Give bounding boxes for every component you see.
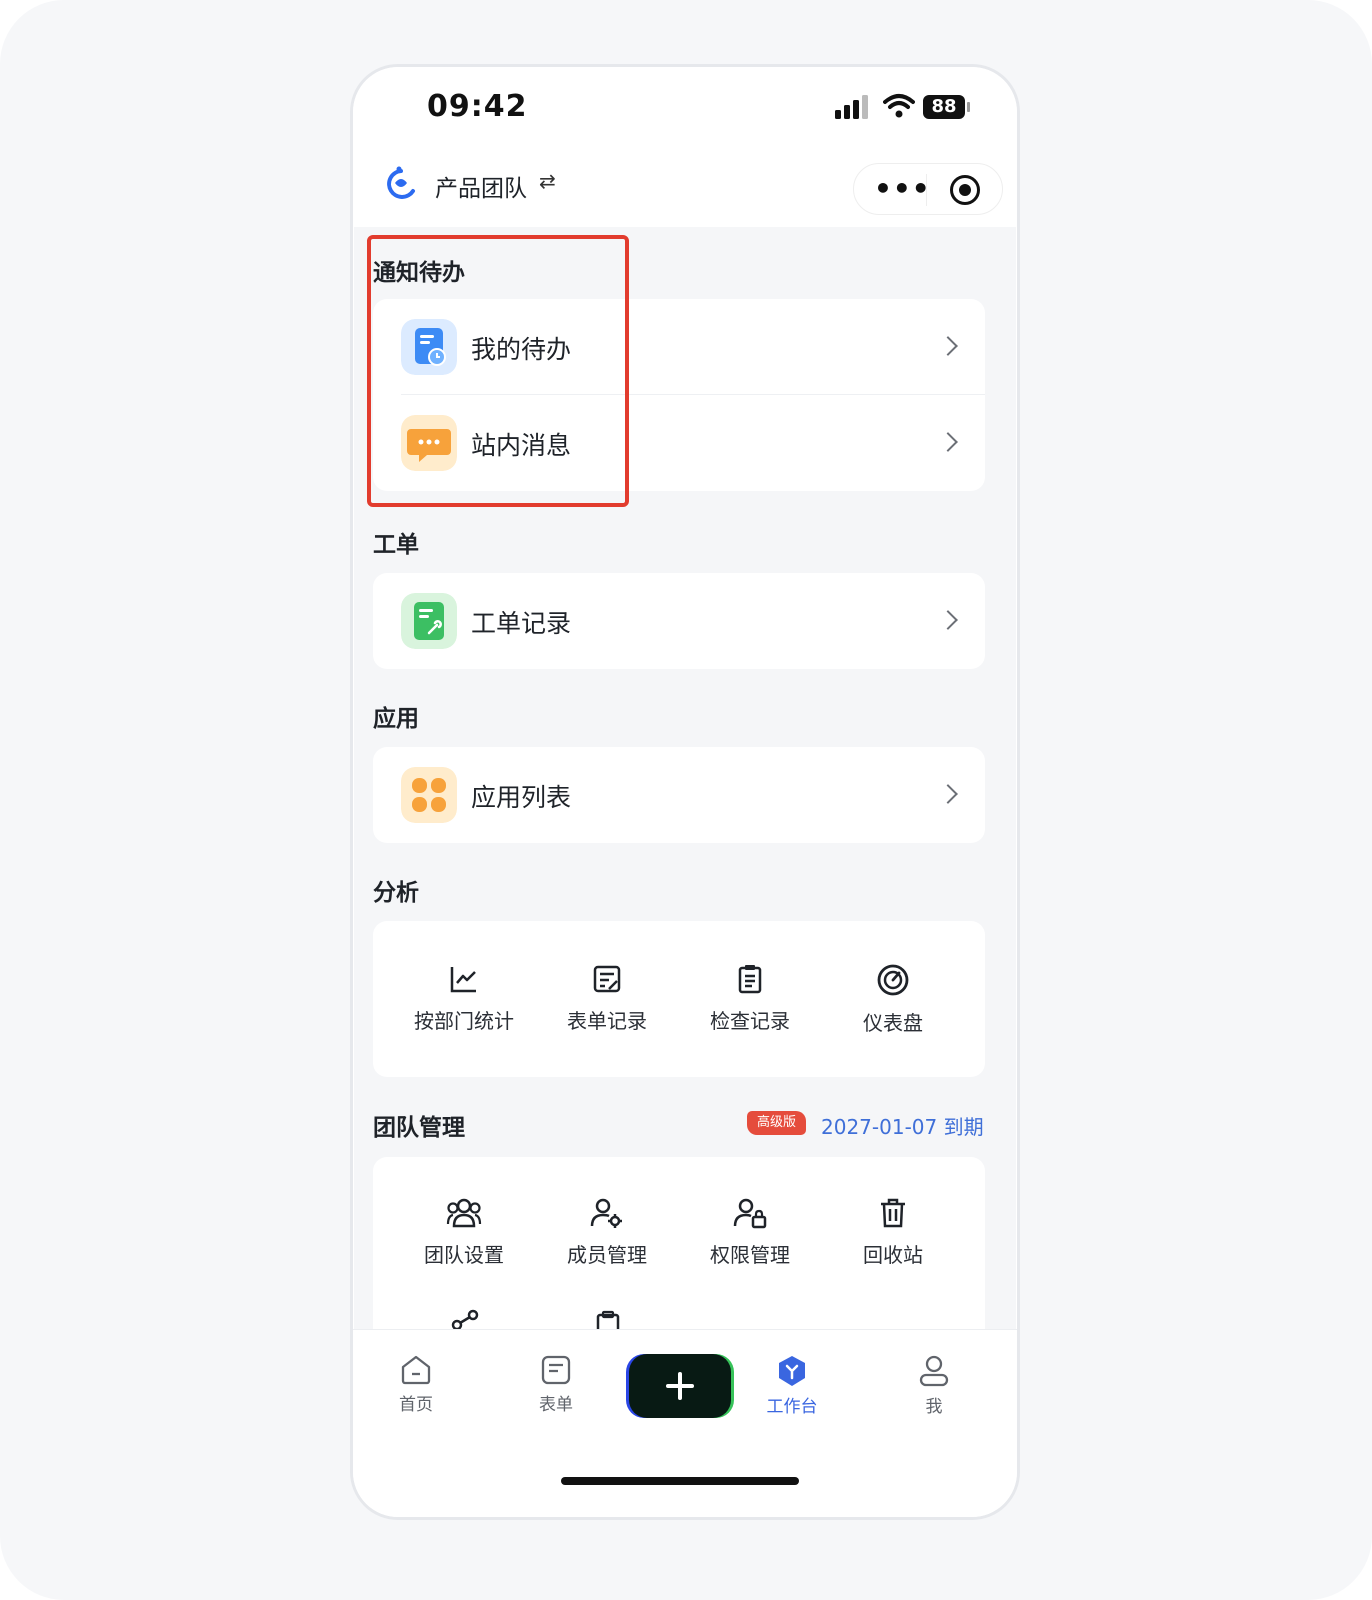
team-group-icon bbox=[446, 1198, 482, 1228]
battery-icon: 88 bbox=[923, 95, 965, 119]
status-bar: 09:42 88 bbox=[353, 67, 1017, 147]
list-item-app-list[interactable]: 应用列表 bbox=[373, 747, 985, 843]
apps-card: 应用列表 bbox=[373, 747, 985, 843]
chevron-right-icon bbox=[938, 784, 958, 804]
chevron-right-icon bbox=[938, 610, 958, 630]
tab-forms[interactable]: 表单 bbox=[511, 1354, 601, 1415]
grid-item-dashboard[interactable]: 仪表盘 bbox=[818, 963, 968, 1036]
signal-icon bbox=[835, 95, 873, 119]
tab-me[interactable]: 我 bbox=[889, 1354, 979, 1417]
grid-item-label: 团队设置 bbox=[424, 1243, 504, 1267]
list-item-label: 应用列表 bbox=[471, 783, 572, 812]
create-plus-button[interactable] bbox=[629, 1354, 731, 1418]
wifi-icon bbox=[883, 94, 915, 118]
highlight-box bbox=[367, 235, 629, 507]
user-profile-icon bbox=[919, 1355, 949, 1387]
form-icon bbox=[541, 1355, 571, 1385]
tab-label: 工作台 bbox=[766, 1397, 818, 1417]
team-logo-icon[interactable] bbox=[381, 165, 421, 203]
grid-item-dept-stats[interactable]: 按部门统计 bbox=[389, 963, 539, 1034]
member-settings-icon bbox=[590, 1198, 622, 1228]
grid-item-inspection-records[interactable]: 检查记录 bbox=[675, 963, 825, 1034]
list-item-label: 工单记录 bbox=[471, 609, 572, 638]
section-title-team: 团队管理 bbox=[373, 1115, 465, 1141]
status-time: 09:42 bbox=[427, 89, 528, 124]
list-item-ticket-records[interactable]: 工单记录 bbox=[373, 573, 985, 669]
grid-item-permission-management[interactable]: 权限管理 bbox=[675, 1197, 825, 1268]
grid-item-form-records[interactable]: 表单记录 bbox=[532, 963, 682, 1034]
tab-home[interactable]: 首页 bbox=[371, 1354, 461, 1415]
user-permission-icon bbox=[733, 1198, 767, 1229]
grid-item-label: 检查记录 bbox=[710, 1009, 790, 1033]
chevron-right-icon bbox=[938, 432, 958, 452]
home-indicator bbox=[561, 1477, 799, 1485]
section-title-ticket: 工单 bbox=[373, 532, 419, 558]
section-title-analysis: 分析 bbox=[373, 880, 419, 906]
tab-label: 首页 bbox=[399, 1395, 433, 1415]
workbench-icon bbox=[779, 1356, 805, 1386]
grid-item-label: 权限管理 bbox=[710, 1243, 790, 1267]
phone-frame: 09:42 88 产品团队 ⇄ ••• 通知待办 我的待办 站内消息 工单 工单… bbox=[350, 64, 1020, 1520]
trash-icon bbox=[881, 1198, 905, 1228]
battery-tip bbox=[967, 102, 970, 112]
nav-bar: 产品团队 ⇄ ••• bbox=[353, 147, 1017, 227]
plan-badge: 高级版 bbox=[747, 1111, 807, 1135]
tab-workbench[interactable]: 工作台 bbox=[747, 1354, 837, 1417]
ticket-card: 工单记录 bbox=[373, 573, 985, 669]
grid-item-team-settings[interactable]: 团队设置 bbox=[389, 1197, 539, 1268]
form-record-icon bbox=[593, 965, 621, 993]
more-icon[interactable]: ••• bbox=[874, 172, 931, 205]
section-title-apps: 应用 bbox=[373, 706, 419, 732]
grid-item-label: 成员管理 bbox=[567, 1243, 647, 1267]
grid-item-label: 回收站 bbox=[863, 1243, 923, 1267]
close-target-icon[interactable] bbox=[950, 175, 980, 205]
app-grid-icon bbox=[401, 767, 457, 823]
home-icon bbox=[401, 1355, 431, 1385]
team-name[interactable]: 产品团队 bbox=[435, 169, 527, 203]
grid-item-label: 仪表盘 bbox=[863, 1011, 923, 1035]
grid-item-label: 表单记录 bbox=[567, 1009, 647, 1033]
grid-item-recycle-bin[interactable]: 回收站 bbox=[818, 1197, 968, 1268]
line-chart-icon bbox=[450, 967, 476, 993]
chevron-right-icon bbox=[938, 336, 958, 356]
grid-item-member-management[interactable]: 成员管理 bbox=[532, 1197, 682, 1268]
switch-team-icon[interactable]: ⇄ bbox=[539, 169, 556, 193]
ticket-icon bbox=[401, 593, 457, 649]
tab-bar: 首页 表单 工作台 我 bbox=[353, 1329, 1017, 1517]
clipboard-icon bbox=[738, 965, 762, 994]
mini-program-capsule: ••• bbox=[853, 163, 1003, 215]
tab-label: 表单 bbox=[539, 1395, 573, 1415]
analysis-card: 按部门统计 表单记录 检查记录 仪表盘 bbox=[373, 921, 985, 1077]
grid-item-label: 按部门统计 bbox=[414, 1009, 514, 1033]
capsule-divider bbox=[926, 174, 927, 206]
tab-label: 我 bbox=[925, 1397, 943, 1417]
dashboard-gauge-icon bbox=[877, 964, 909, 996]
expire-date[interactable]: 2027-01-07 到期 bbox=[821, 1111, 984, 1140]
